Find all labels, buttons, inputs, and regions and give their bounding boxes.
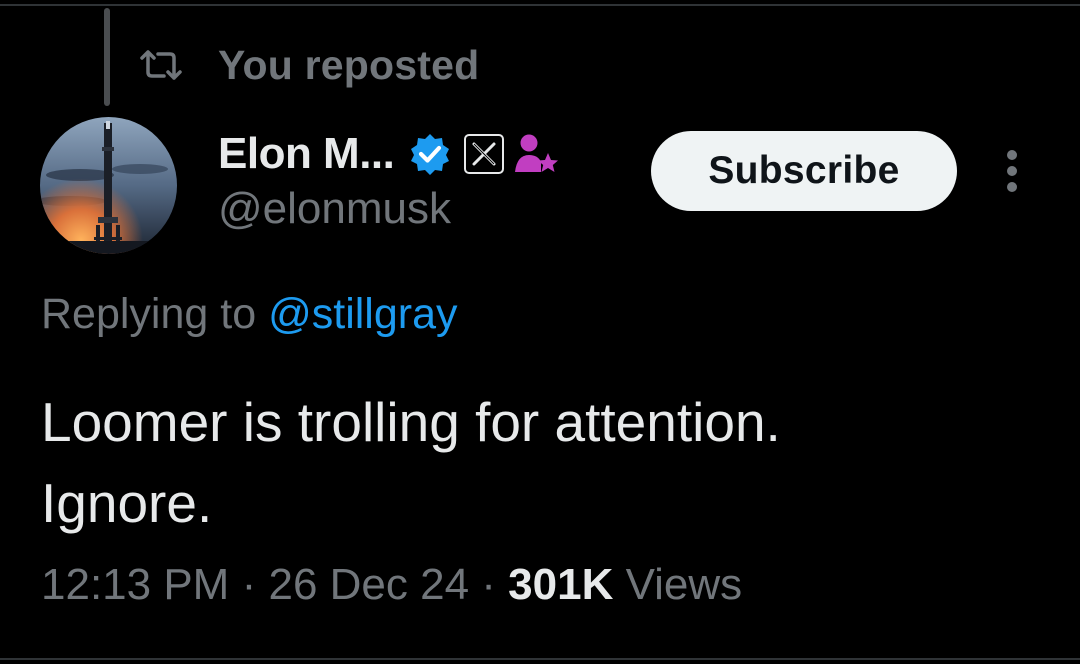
top-divider — [0, 4, 1080, 6]
verified-badge-icon[interactable] — [408, 132, 452, 176]
person-star-icon[interactable] — [514, 132, 560, 176]
author-handle[interactable]: @elonmusk — [218, 184, 451, 234]
meta-separator: · — [241, 560, 257, 609]
replying-to-label: Replying to — [41, 290, 257, 338]
x-affiliate-badge-icon[interactable] — [464, 134, 505, 174]
more-vertical-icon[interactable] — [1003, 148, 1021, 194]
meta-separator: · — [481, 560, 496, 609]
avatar[interactable] — [40, 117, 177, 254]
reply-handle-link[interactable]: @stillgray — [268, 290, 457, 338]
repost-indicator: You reposted — [138, 38, 479, 92]
bottom-divider — [0, 658, 1080, 660]
views-label[interactable]: Views — [626, 560, 743, 609]
tweet-date[interactable]: 26 Dec 24 — [268, 560, 469, 609]
tweet-meta: 12:13 PM · 26 Dec 24 · 301K Views — [41, 560, 742, 610]
tweet-text: Loomer is trolling for attention. Ignore… — [41, 391, 781, 534]
repost-label: You reposted — [218, 41, 480, 88]
views-count[interactable]: 301K — [508, 560, 613, 609]
replying-to: Replying to @stillgray — [41, 290, 458, 339]
display-name[interactable]: Elon M... — [218, 129, 395, 179]
repost-icon — [138, 48, 184, 82]
tweet-time[interactable]: 12:13 PM — [41, 560, 229, 609]
author-name-row: Elon M... — [218, 126, 560, 182]
subscribe-button[interactable]: Subscribe — [651, 131, 957, 211]
thread-line — [104, 8, 110, 106]
